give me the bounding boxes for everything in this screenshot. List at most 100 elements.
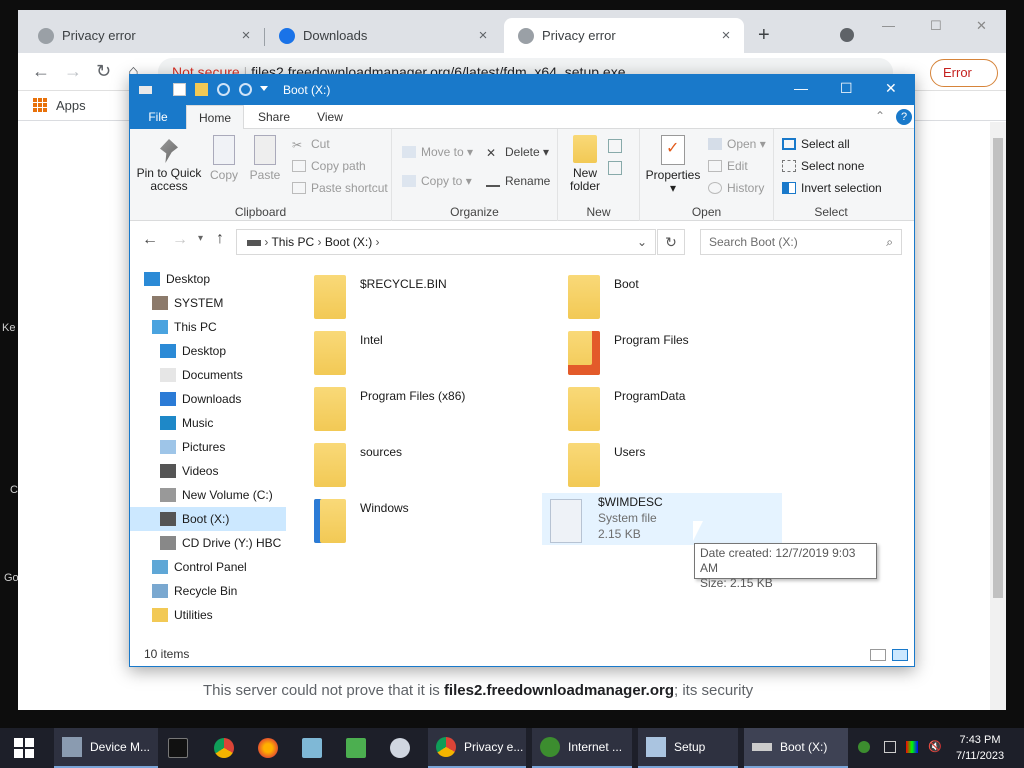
recent-locations-icon[interactable]: ▾: [198, 233, 203, 244]
file-item[interactable]: Users: [552, 437, 792, 489]
move-to-button[interactable]: Move to ▾: [402, 145, 473, 159]
nav-item-documents[interactable]: Documents: [160, 363, 243, 387]
breadcrumb-this-pc[interactable]: This PC: [271, 235, 314, 249]
file-item[interactable]: Program Files: [552, 325, 792, 377]
close-button[interactable]: ✕: [976, 18, 987, 34]
pin-to-quick-access-button[interactable]: Pin to Quick access: [136, 135, 202, 193]
spreadsheet-icon[interactable]: [346, 738, 366, 758]
firefox-icon[interactable]: [258, 738, 278, 758]
details-view-icon[interactable]: [870, 649, 886, 661]
nav-item-recycle-bin[interactable]: Recycle Bin: [152, 579, 237, 603]
customize-toolbar-icon[interactable]: [260, 86, 268, 91]
back-button[interactable]: ←: [142, 231, 158, 249]
apps-icon[interactable]: [33, 98, 47, 112]
easy-access-icon[interactable]: [608, 161, 622, 175]
help-icon[interactable]: ?: [896, 109, 912, 125]
nav-item-desktop[interactable]: Desktop: [160, 339, 226, 363]
select-all-button[interactable]: Select all: [782, 137, 850, 151]
taskbar-setup[interactable]: Setup: [638, 728, 738, 768]
edit-button[interactable]: Edit: [708, 159, 748, 173]
cut-button[interactable]: ✂ Cut: [292, 137, 330, 152]
file-item[interactable]: Intel: [298, 325, 538, 377]
copy-path-button[interactable]: Copy path: [292, 159, 366, 173]
paste-shortcut-button[interactable]: Paste shortcut: [292, 181, 388, 195]
close-button[interactable]: ✕: [885, 80, 897, 97]
up-button[interactable]: ↑: [216, 230, 224, 248]
taskbar-boot-drive[interactable]: Boot (X:): [744, 728, 848, 768]
tab-home[interactable]: Home: [186, 105, 244, 130]
nav-item-new-volume-c[interactable]: New Volume (C:): [160, 483, 273, 507]
nav-item-desktop[interactable]: Desktop: [144, 267, 210, 291]
refresh-button[interactable]: ↻: [657, 229, 685, 255]
tab-privacy-error-1[interactable]: Privacy error ×: [18, 18, 264, 53]
copy-button[interactable]: Copy: [208, 135, 240, 182]
delete-button[interactable]: ✕ Delete ▾: [486, 145, 549, 160]
start-button[interactable]: [0, 728, 48, 768]
breadcrumb[interactable]: › This PC › Boot (X:) › ⌄: [236, 229, 656, 255]
network-globe-icon[interactable]: [858, 741, 870, 753]
file-item[interactable]: $WIMDESC System file 2.15 KB: [542, 493, 782, 545]
chrome-icon[interactable]: [214, 738, 234, 758]
undo-icon[interactable]: [217, 83, 230, 96]
new-item-icon[interactable]: [608, 139, 622, 153]
nav-item-cd-drive-y[interactable]: CD Drive (Y:) HBC: [160, 531, 281, 555]
close-icon[interactable]: ×: [236, 27, 256, 44]
nav-item-this-pc[interactable]: This PC: [152, 315, 217, 339]
minimize-button[interactable]: —: [794, 80, 808, 96]
taskbar-privacy-error[interactable]: Privacy e...: [428, 728, 526, 768]
nav-item-control-panel[interactable]: Control Panel: [152, 555, 247, 579]
nav-item-system[interactable]: SYSTEM: [152, 291, 223, 315]
paste-button[interactable]: Paste: [248, 135, 282, 182]
nav-item-downloads[interactable]: Downloads: [160, 387, 241, 411]
properties-quick-icon[interactable]: [173, 83, 186, 96]
maximize-button[interactable]: ☐: [930, 18, 942, 34]
tab-file[interactable]: File: [130, 105, 186, 129]
new-folder-button[interactable]: New folder: [560, 135, 610, 193]
system-clock[interactable]: 7:43 PM 7/11/2023: [948, 732, 1012, 764]
tab-share[interactable]: Share: [254, 105, 294, 129]
collapse-ribbon-icon[interactable]: ⌃: [875, 109, 885, 123]
file-item[interactable]: ProgramData: [552, 381, 792, 433]
redo-icon[interactable]: [239, 83, 252, 96]
chevron-down-icon[interactable]: ⌄: [637, 230, 647, 254]
maximize-button[interactable]: ☐: [840, 80, 853, 97]
network-icon[interactable]: [884, 741, 896, 753]
properties-button[interactable]: ✓ Properties ▾: [644, 135, 702, 195]
rename-button[interactable]: Rename: [486, 174, 550, 188]
nav-item-videos[interactable]: Videos: [160, 459, 218, 483]
minimize-button[interactable]: —: [882, 18, 895, 33]
page-scrollbar[interactable]: [990, 122, 1006, 710]
invert-selection-button[interactable]: Invert selection: [782, 181, 882, 195]
tab-view[interactable]: View: [310, 105, 350, 129]
nav-item-utilities[interactable]: Utilities: [152, 603, 213, 627]
notepad-icon[interactable]: [302, 738, 322, 758]
reload-button[interactable]: ↻: [96, 61, 111, 82]
select-none-button[interactable]: Select none: [782, 159, 864, 173]
new-folder-quick-icon[interactable]: [195, 83, 208, 96]
nav-item-music[interactable]: Music: [160, 411, 213, 435]
file-item[interactable]: sources: [298, 437, 538, 489]
tab-downloads[interactable]: Downloads ×: [265, 18, 501, 53]
file-item[interactable]: Boot: [552, 269, 792, 321]
scrollbar-thumb[interactable]: [993, 138, 1003, 598]
paint-icon[interactable]: [390, 738, 410, 758]
command-prompt-icon[interactable]: [168, 738, 188, 758]
history-button[interactable]: History: [708, 181, 764, 195]
file-item[interactable]: Windows: [298, 493, 538, 545]
tab-search-icon[interactable]: [840, 28, 854, 42]
search-input[interactable]: Search Boot (X:) ⌕: [700, 229, 902, 255]
file-item[interactable]: $RECYCLE.BIN: [298, 269, 538, 321]
copy-to-button[interactable]: Copy to ▾: [402, 174, 472, 188]
file-item[interactable]: Program Files (x86): [298, 381, 538, 433]
close-icon[interactable]: ×: [716, 27, 736, 44]
breadcrumb-drive[interactable]: Boot (X:): [325, 235, 372, 249]
back-button[interactable]: ←: [32, 61, 50, 82]
apps-link[interactable]: Apps: [56, 98, 86, 113]
display-icon[interactable]: [906, 741, 918, 753]
tab-privacy-error-2[interactable]: Privacy error ×: [504, 18, 744, 53]
taskbar-device-manager[interactable]: Device M...: [54, 728, 158, 768]
taskbar-internet[interactable]: Internet ...: [532, 728, 632, 768]
large-icons-view-icon[interactable]: [892, 649, 908, 661]
open-button[interactable]: Open ▾: [708, 137, 766, 151]
close-icon[interactable]: ×: [473, 27, 493, 44]
